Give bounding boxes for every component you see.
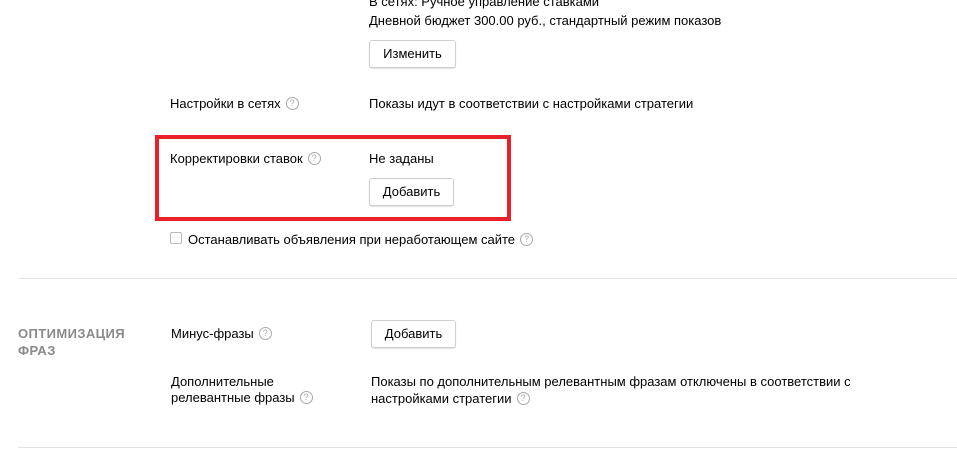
extra-phrases-label-line1: Дополнительные: [171, 374, 274, 389]
bid-adjustments-row: Корректировки ставок?: [170, 151, 321, 166]
stop-ads-row: Останавливать объявления при неработающе…: [188, 232, 534, 247]
minus-phrases-label: Минус-фразы: [171, 326, 254, 341]
help-icon[interactable]: ?: [520, 233, 534, 246]
change-strategy-button[interactable]: Изменить: [369, 40, 456, 68]
bid-adjustments-value: Не заданы: [369, 151, 434, 166]
help-icon[interactable]: ?: [307, 152, 321, 165]
extra-phrases-value-line2: настройками стратегии: [371, 391, 512, 406]
network-settings-row: Настройки в сетях?: [170, 96, 299, 111]
strategy-line-2: Дневной бюджет 300.00 руб., стандартный …: [369, 13, 722, 28]
stop-ads-checkbox[interactable]: [170, 232, 182, 244]
extra-phrases-value-row: настройками стратегии?: [371, 391, 530, 406]
help-icon[interactable]: ?: [516, 392, 530, 405]
section-divider: [18, 278, 957, 279]
stop-ads-label[interactable]: Останавливать объявления при неработающе…: [188, 232, 515, 247]
add-minus-phrases-button[interactable]: Добавить: [371, 320, 456, 348]
extra-phrases-label-row: релевантные фразы?: [171, 390, 313, 405]
extra-phrases-label-line2: релевантные фразы: [171, 390, 295, 405]
minus-phrases-row: Минус-фразы?: [171, 326, 272, 341]
help-icon[interactable]: ?: [285, 97, 299, 110]
section-title-phrase-optimization: ОПТИМИЗАЦИЯ ФРАЗ: [18, 326, 126, 358]
strategy-line-1: В сетях: Ручное управление ставками: [369, 0, 600, 9]
add-bid-adjustment-button[interactable]: Добавить: [369, 178, 454, 206]
bid-adjustments-label: Корректировки ставок: [170, 151, 303, 166]
network-settings-value: Показы идут в соответствии с настройками…: [369, 96, 694, 111]
network-settings-label: Настройки в сетях: [170, 96, 281, 111]
section-divider: [18, 447, 957, 448]
help-icon[interactable]: ?: [258, 327, 272, 340]
bid-adjustments-highlight: [155, 135, 511, 221]
extra-phrases-value-line1: Показы по дополнительным релевантным фра…: [371, 374, 851, 389]
help-icon[interactable]: ?: [299, 391, 313, 404]
